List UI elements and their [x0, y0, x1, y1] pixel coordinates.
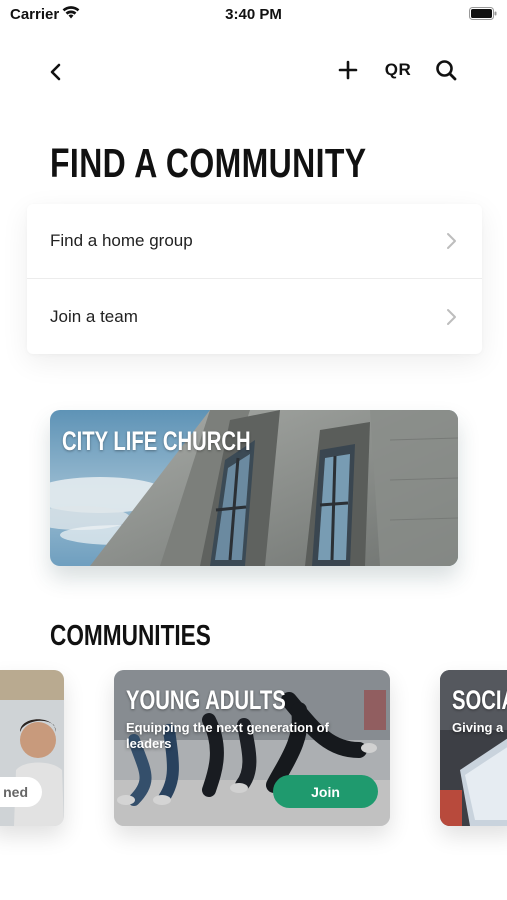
- qr-button[interactable]: QR: [381, 56, 415, 84]
- community-title: YOUNG ADULTS: [126, 685, 286, 715]
- add-button[interactable]: [334, 56, 362, 84]
- community-card[interactable]: ned: [0, 670, 64, 826]
- community-title: SOCIAL: [452, 685, 507, 715]
- plus-icon: [338, 60, 358, 80]
- chevron-right-icon: [447, 308, 456, 325]
- options-card: Find a home group Join a team: [27, 204, 482, 354]
- joined-button[interactable]: ned: [0, 777, 42, 807]
- join-button[interactable]: Join: [273, 775, 378, 808]
- communities-heading: COMMUNITIES: [50, 620, 211, 652]
- back-button[interactable]: [40, 56, 72, 88]
- church-banner[interactable]: CITY LIFE CHURCH: [50, 410, 458, 566]
- church-name: CITY LIFE CHURCH: [62, 426, 251, 456]
- community-card[interactable]: YOUNG ADULTS Equipping the next generati…: [114, 670, 390, 826]
- community-card[interactable]: SOCIAL Giving a: [440, 670, 507, 826]
- community-description: Giving a: [452, 720, 504, 735]
- search-icon: [436, 60, 457, 81]
- chevron-right-icon: [447, 233, 456, 249]
- page-title: FIND A COMMUNITY: [50, 140, 367, 186]
- community-description: Equipping the next generation of leaders: [126, 720, 329, 751]
- chevron-left-icon: [50, 63, 61, 81]
- find-home-group-label: Find a home group: [50, 231, 193, 250]
- search-button[interactable]: [432, 56, 460, 84]
- battery-icon: [469, 7, 497, 20]
- find-home-group-item[interactable]: Find a home group: [27, 204, 482, 279]
- clock: 3:40 PM: [225, 6, 282, 23]
- status-bar: Carrier 3:40 PM: [0, 0, 507, 30]
- join-team-item[interactable]: Join a team: [27, 279, 482, 354]
- join-team-label: Join a team: [50, 306, 138, 326]
